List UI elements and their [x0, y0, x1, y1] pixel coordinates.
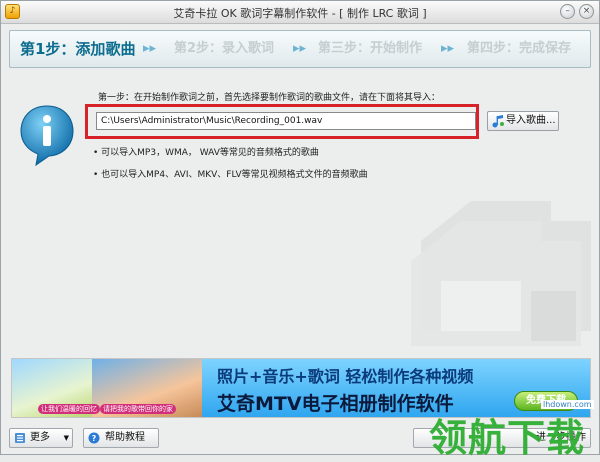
ad-caption-2: 请把我的歌带回你的家 — [100, 404, 176, 414]
info-icon — [20, 105, 74, 167]
bullet-video-formats: • 也可以导入MP4、AVI、MKV、FLV等常见视频格式文件的音频歌曲 — [93, 170, 368, 180]
import-song-button[interactable]: 导入歌曲... — [487, 111, 559, 131]
svg-text:?: ? — [92, 434, 97, 443]
ad-product-name: 艾奇MTV电子相册制作软件 — [217, 393, 454, 415]
arrow-right-icon: ▸▸ — [143, 41, 157, 56]
title-bar: ♪ 艾奇卡拉 OK 歌词字幕制作软件 - [ 制作 LRC 歌词 ] – × — [1, 1, 599, 24]
music-note-icon — [492, 115, 504, 128]
more-button[interactable]: 更多 ▼ — [9, 428, 73, 448]
watermark-url: lhdown.com — [541, 400, 594, 409]
help-button[interactable]: ? 帮助教程 — [83, 428, 159, 448]
more-label: 更多 — [30, 432, 50, 443]
bullet-audio-formats: • 可以导入MP3，WMA， WAV等常见的音频格式的歌曲 — [93, 148, 319, 158]
help-label: 帮助教程 — [105, 432, 145, 443]
app-window: ♪ 艾奇卡拉 OK 歌词字幕制作软件 - [ 制作 LRC 歌词 ] – × 第… — [0, 0, 600, 460]
step-1-label: 第1步：添加歌曲 — [20, 40, 136, 58]
minimize-icon[interactable]: – — [560, 4, 575, 19]
ad-headline: 照片+音乐+歌词 轻松制作各种视频 — [217, 367, 474, 386]
arrow-right-icon: ▸▸ — [293, 41, 307, 56]
ad-caption-1: 让我们温暖的回忆 — [38, 404, 100, 414]
list-icon — [15, 433, 25, 443]
window-title: 艾奇卡拉 OK 歌词字幕制作软件 - [ 制作 LRC 歌词 ] — [173, 7, 427, 20]
step-3-label: 第三步：开始制作 — [318, 41, 423, 56]
background-folder-graphic — [411, 201, 591, 346]
step-2-label: 第2步：录入歌词 — [174, 41, 275, 56]
step-description: 第一步：在开始制作歌词之前，首先选择要制作歌词的歌曲文件，请在下面将其导入： — [98, 93, 441, 103]
close-icon[interactable]: × — [579, 4, 594, 19]
help-icon: ? — [88, 432, 100, 444]
chevron-down-icon: ▼ — [63, 434, 69, 442]
import-song-label: 导入歌曲... — [506, 115, 556, 126]
arrow-right-icon: ▸▸ — [441, 41, 455, 56]
file-path-input[interactable] — [96, 112, 476, 130]
watermark-text: 领航下载 — [429, 416, 586, 460]
step-banner: 第1步：添加歌曲 ▸▸ 第2步：录入歌词 ▸▸ 第三步：开始制作 ▸▸ 第四步：… — [9, 30, 591, 68]
step-4-label: 第四步：完成保存 — [467, 41, 572, 56]
